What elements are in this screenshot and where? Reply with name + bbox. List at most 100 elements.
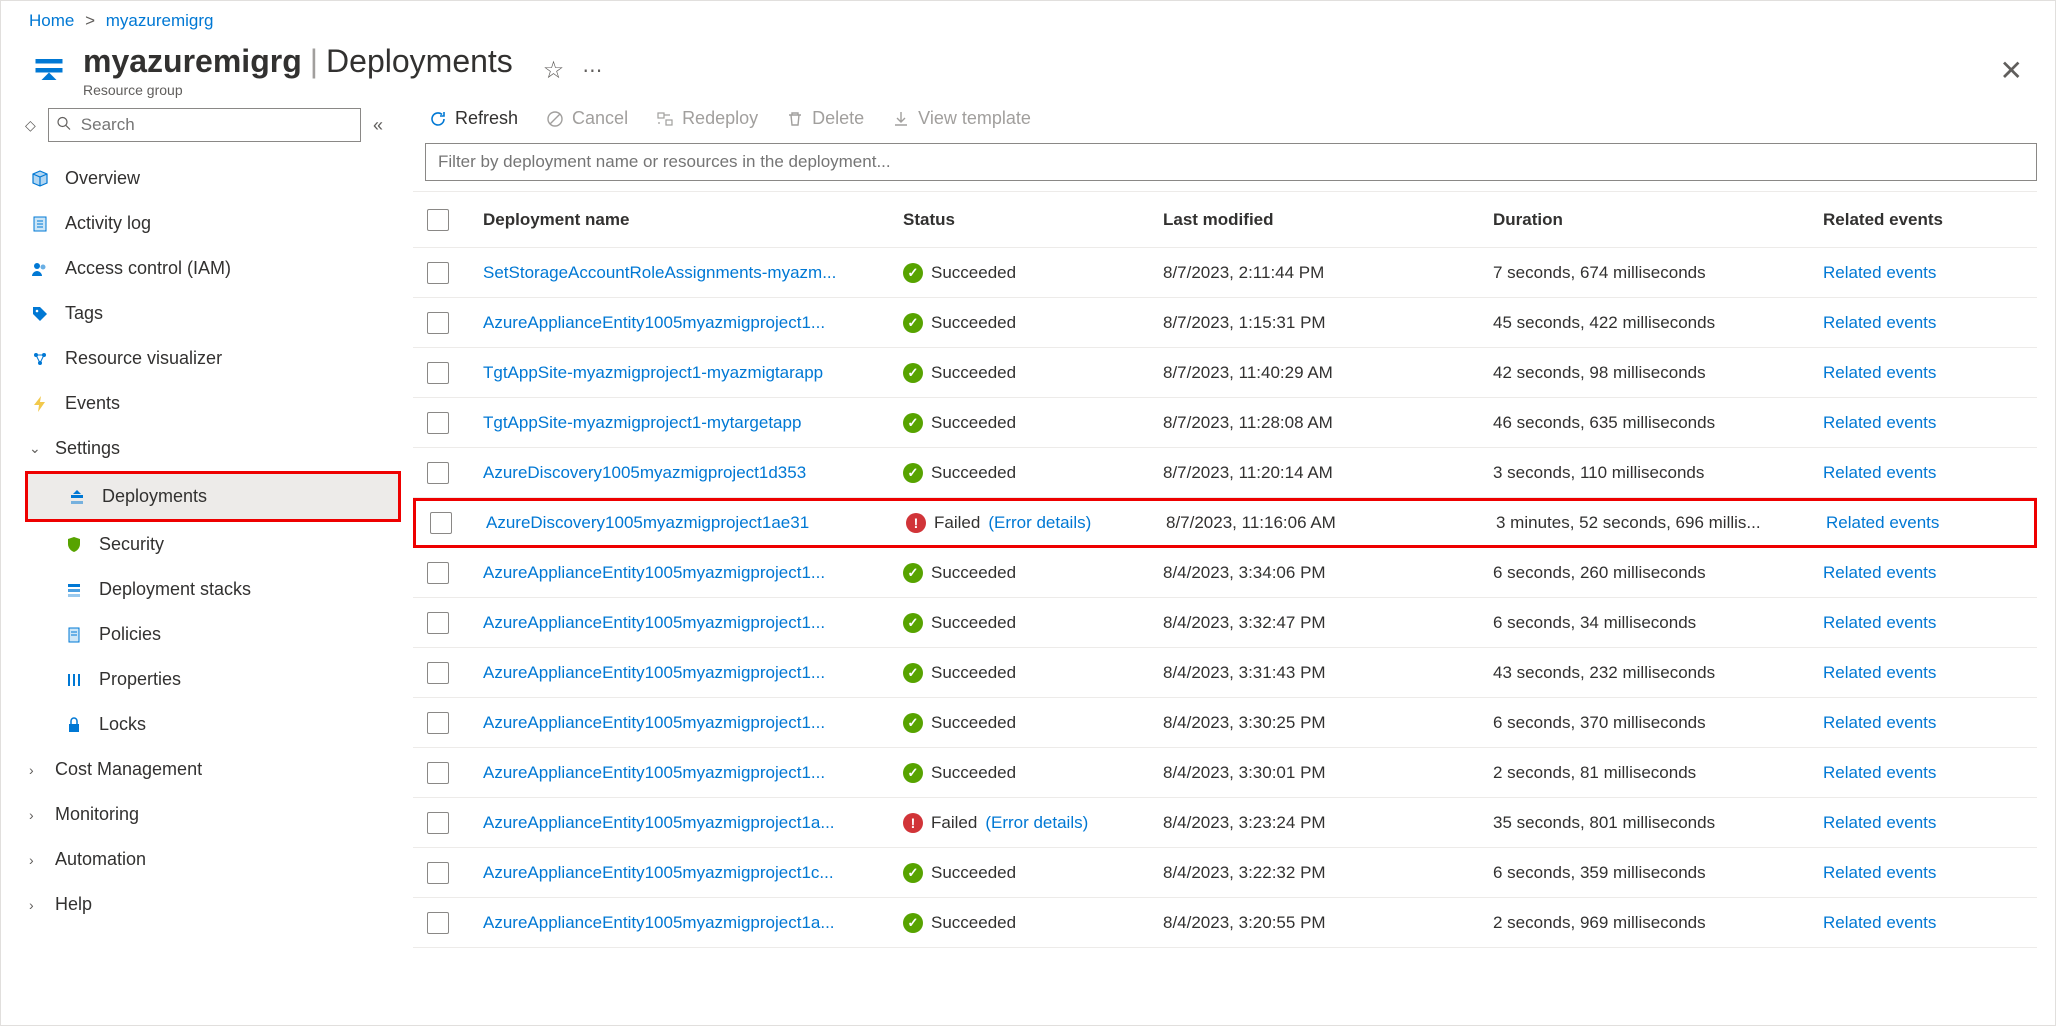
row-checkbox[interactable] xyxy=(430,512,452,534)
row-checkbox[interactable] xyxy=(427,762,449,784)
sidebar-item-access-control-iam-[interactable]: Access control (IAM) xyxy=(25,246,401,291)
last-modified: 8/4/2023, 3:34:06 PM xyxy=(1163,563,1493,583)
refresh-button[interactable]: Refresh xyxy=(429,108,518,129)
page-header: myazuremigrg | Deployments Resource grou… xyxy=(1,37,2055,98)
row-checkbox[interactable] xyxy=(427,412,449,434)
favorite-icon[interactable]: ☆ xyxy=(543,56,565,85)
related-events-link[interactable]: Related events xyxy=(1823,813,1936,832)
breadcrumb-rg[interactable]: myazuremigrg xyxy=(106,11,214,30)
sidebar-group-automation[interactable]: ›Automation xyxy=(25,837,401,882)
select-all-checkbox[interactable] xyxy=(427,209,449,231)
last-modified: 8/7/2023, 11:40:29 AM xyxy=(1163,363,1493,383)
row-checkbox[interactable] xyxy=(427,662,449,684)
status-text: Succeeded xyxy=(931,413,1016,433)
col-status[interactable]: Status xyxy=(903,210,1163,230)
deployment-link[interactable]: AzureApplianceEntity1005myazmigproject1a… xyxy=(483,813,835,832)
row-checkbox[interactable] xyxy=(427,362,449,384)
deployment-link[interactable]: TgtAppSite-myazmigproject1-mytargetapp xyxy=(483,413,801,432)
sidebar-search-input[interactable] xyxy=(48,108,361,142)
deployment-link[interactable]: AzureApplianceEntity1005myazmigproject1.… xyxy=(483,313,825,332)
deployment-link[interactable]: AzureApplianceEntity1005myazmigproject1c… xyxy=(483,863,834,882)
deployment-link[interactable]: SetStorageAccountRoleAssignments-myazm..… xyxy=(483,263,836,282)
sidebar-item-policies[interactable]: Policies xyxy=(25,612,401,657)
deployment-link[interactable]: AzureApplianceEntity1005myazmigproject1.… xyxy=(483,563,825,582)
row-checkbox[interactable] xyxy=(427,712,449,734)
sidebar-group-help[interactable]: ›Help xyxy=(25,882,401,927)
row-checkbox[interactable] xyxy=(427,562,449,584)
col-modified[interactable]: Last modified xyxy=(1163,210,1493,230)
row-checkbox[interactable] xyxy=(427,262,449,284)
related-events-link[interactable]: Related events xyxy=(1826,513,1939,532)
deployment-link[interactable]: AzureDiscovery1005myazmigproject1d353 xyxy=(483,463,806,482)
deployment-link[interactable]: AzureApplianceEntity1005myazmigproject1.… xyxy=(483,613,825,632)
sidebar-item-locks[interactable]: Locks xyxy=(25,702,401,747)
duration: 45 seconds, 422 milliseconds xyxy=(1493,313,1823,333)
row-checkbox[interactable] xyxy=(427,862,449,884)
breadcrumb-home[interactable]: Home xyxy=(29,11,74,30)
delete-icon xyxy=(786,110,804,128)
deployment-link[interactable]: AzureDiscovery1005myazmigproject1ae31 xyxy=(486,513,809,532)
related-events-link[interactable]: Related events xyxy=(1823,313,1936,332)
row-checkbox[interactable] xyxy=(427,312,449,334)
deployment-link[interactable]: AzureApplianceEntity1005myazmigproject1.… xyxy=(483,663,825,682)
sidebar-group-monitoring[interactable]: ›Monitoring xyxy=(25,792,401,837)
duration: 2 seconds, 969 milliseconds xyxy=(1493,913,1823,933)
more-icon[interactable]: ⋯ xyxy=(582,58,604,83)
filter-input[interactable] xyxy=(425,143,2037,181)
related-events-link[interactable]: Related events xyxy=(1823,263,1936,282)
sidebar-item-deployment-stacks[interactable]: Deployment stacks xyxy=(25,567,401,612)
collapse-sidebar-icon[interactable]: « xyxy=(373,115,383,136)
table-row: AzureApplianceEntity1005myazmigproject1.… xyxy=(413,748,2037,798)
last-modified: 8/4/2023, 3:31:43 PM xyxy=(1163,663,1493,683)
error-details-link[interactable]: (Error details) xyxy=(985,813,1088,833)
related-events-link[interactable]: Related events xyxy=(1823,563,1936,582)
status-text: Failed xyxy=(931,813,977,833)
pin-icon[interactable]: ◇ xyxy=(25,117,36,134)
error-details-link[interactable]: (Error details) xyxy=(988,513,1091,533)
row-checkbox[interactable] xyxy=(427,612,449,634)
main-pane: Refresh Cancel Redeploy Delete View temp… xyxy=(401,98,2055,1004)
deployment-link[interactable]: TgtAppSite-myazmigproject1-myazmigtarapp xyxy=(483,363,823,382)
sidebar-item-overview[interactable]: Overview xyxy=(25,156,401,201)
deployment-link[interactable]: AzureApplianceEntity1005myazmigproject1.… xyxy=(483,763,825,782)
refresh-label: Refresh xyxy=(455,108,518,129)
success-icon: ✓ xyxy=(903,263,923,283)
sidebar-group-settings[interactable]: ⌄Settings xyxy=(25,426,401,471)
sidebar-item-deployments[interactable]: Deployments xyxy=(25,471,401,522)
deployment-link[interactable]: AzureApplianceEntity1005myazmigproject1.… xyxy=(483,713,825,732)
sidebar-item-activity-log[interactable]: Activity log xyxy=(25,201,401,246)
col-related[interactable]: Related events xyxy=(1823,210,1973,230)
sidebar-item-tags[interactable]: Tags xyxy=(25,291,401,336)
success-icon: ✓ xyxy=(903,713,923,733)
sidebar-item-label: Deployments xyxy=(102,486,384,507)
stack-icon xyxy=(63,581,85,599)
deployment-link[interactable]: AzureApplianceEntity1005myazmigproject1a… xyxy=(483,913,835,932)
sidebar-item-events[interactable]: Events xyxy=(25,381,401,426)
sidebar-group-cost-management[interactable]: ›Cost Management xyxy=(25,747,401,792)
related-events-link[interactable]: Related events xyxy=(1823,913,1936,932)
row-checkbox[interactable] xyxy=(427,812,449,834)
sidebar-item-resource-visualizer[interactable]: Resource visualizer xyxy=(25,336,401,381)
error-icon: ! xyxy=(906,513,926,533)
close-icon[interactable]: ✕ xyxy=(2000,54,2027,87)
row-checkbox[interactable] xyxy=(427,912,449,934)
related-events-link[interactable]: Related events xyxy=(1823,663,1936,682)
related-events-link[interactable]: Related events xyxy=(1823,463,1936,482)
related-events-link[interactable]: Related events xyxy=(1823,713,1936,732)
cancel-icon xyxy=(546,110,564,128)
sidebar-item-properties[interactable]: Properties xyxy=(25,657,401,702)
related-events-link[interactable]: Related events xyxy=(1823,613,1936,632)
related-events-link[interactable]: Related events xyxy=(1823,863,1936,882)
status-text: Succeeded xyxy=(931,563,1016,583)
sidebar-item-security[interactable]: Security xyxy=(25,522,401,567)
cube-icon xyxy=(29,170,51,188)
col-duration[interactable]: Duration xyxy=(1493,210,1823,230)
sidebar-search[interactable] xyxy=(48,108,361,142)
related-events-link[interactable]: Related events xyxy=(1823,763,1936,782)
col-name[interactable]: Deployment name xyxy=(483,210,903,230)
related-events-link[interactable]: Related events xyxy=(1823,413,1936,432)
policy-icon xyxy=(63,626,85,644)
related-events-link[interactable]: Related events xyxy=(1823,363,1936,382)
row-checkbox[interactable] xyxy=(427,462,449,484)
sidebar-group-label: Help xyxy=(55,894,387,915)
